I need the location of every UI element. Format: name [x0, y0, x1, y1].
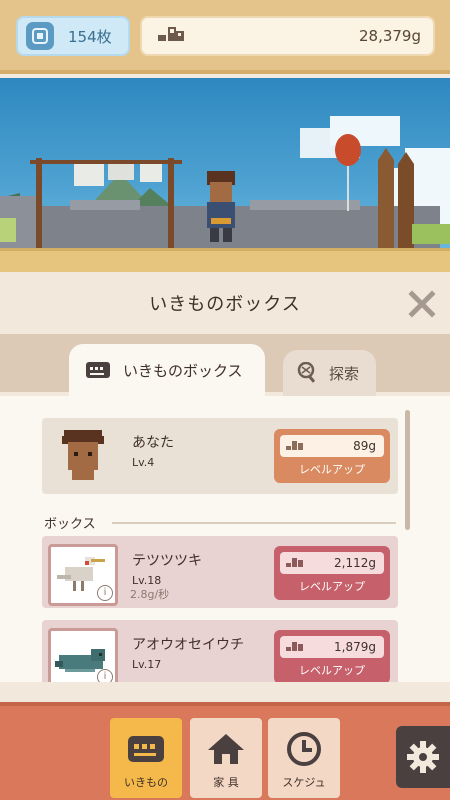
player-level-up-button[interactable]: 89g レベルアップ [274, 429, 390, 483]
creature-box-icon [85, 360, 111, 380]
creature-rate: 2.8g/秒 [130, 588, 170, 601]
scene-artwork [0, 116, 450, 273]
creature-icon [126, 732, 166, 766]
list-item-player[interactable]: あなた Lv.4 89g レベルアップ [42, 418, 398, 494]
money-counter: 28,379g [140, 16, 435, 56]
creature-upgrade-price: 2,112g [280, 552, 384, 574]
house-icon [206, 732, 246, 766]
nav-schedule-label: スケジュ [282, 776, 326, 789]
section-label-box: ボックス [44, 517, 96, 532]
money-value: 28,379g [358, 27, 421, 45]
creature-level-up-label: レベルアップ [299, 580, 365, 593]
clock-icon [284, 732, 324, 766]
top-bar: 154枚 28,379g [0, 0, 450, 74]
nav-creatures-label: いきもの [124, 776, 168, 789]
nav-creatures-button[interactable]: いきもの [110, 718, 182, 798]
nav-furniture-button[interactable]: 家 具 [190, 718, 262, 798]
info-icon[interactable]: i [97, 585, 113, 601]
player-upgrade-price: 89g [280, 435, 384, 457]
gear-icon [407, 741, 439, 773]
footprint-coin-icon [286, 440, 304, 452]
nav-furniture-label: 家 具 [213, 776, 239, 789]
list-item-creature[interactable]: i アオウオセイウチ Lv.17 1,879g レベルアップ [42, 620, 398, 682]
close-button[interactable] [408, 290, 436, 318]
player-level: Lv.4 [132, 456, 155, 469]
panel-header: いきものボックス [0, 272, 450, 334]
creature-level-up-button[interactable]: 1,879g レベルアップ [274, 630, 390, 682]
info-icon[interactable]: i [97, 669, 113, 682]
panel-title: いきものボックス [149, 294, 301, 315]
player-upgrade-price-value: 89g [353, 439, 376, 453]
player-name: あなた [132, 435, 174, 451]
footprint-coin-icon [286, 557, 304, 569]
net-icon [297, 362, 319, 384]
creature-thumbnail: i [48, 544, 118, 606]
ticket-count: 154枚 [68, 27, 112, 46]
creature-name: テツツツキ [132, 553, 202, 569]
list-scrollbar[interactable] [405, 410, 410, 530]
player-level-up-label: レベルアップ [299, 463, 365, 476]
creature-upgrade-price: 1,879g [280, 636, 384, 658]
habitat-scene[interactable] [0, 78, 450, 273]
creature-thumbnail: i [48, 628, 118, 682]
list-item-creature[interactable]: i テツツツキ Lv.18 2.8g/秒 2,112g レベルアップ [42, 536, 398, 608]
creature-level-up-button[interactable]: 2,112g レベルアップ [274, 546, 390, 600]
footprint-coin-icon [156, 23, 186, 49]
section-divider [112, 522, 396, 524]
creature-name: アオウオセイウチ [132, 637, 244, 653]
tab-explore-label: 探索 [329, 364, 360, 383]
tab-explore[interactable]: 探索 [283, 350, 376, 396]
creature-upgrade-price-value: 2,112g [334, 556, 376, 570]
nav-schedule-button[interactable]: スケジュ [268, 718, 340, 798]
footprint-coin-icon [286, 641, 304, 653]
close-icon [408, 290, 436, 318]
creature-level: Lv.17 [132, 658, 162, 671]
creature-list[interactable]: あなた Lv.4 89g レベルアップ ボックス i テツツツキ Lv.18 2… [0, 396, 450, 682]
player-avatar [60, 428, 106, 486]
bottom-nav: いきもの 家 具 スケジュ [0, 702, 450, 800]
creature-level-up-label: レベルアップ [299, 664, 365, 677]
settings-button[interactable] [396, 726, 450, 788]
creature-upgrade-price-value: 1,879g [334, 640, 376, 654]
ticket-counter[interactable]: 154枚 [16, 16, 130, 56]
tab-creature-box-label: いきものボックス [123, 361, 243, 380]
tab-creature-box[interactable]: いきものボックス [69, 344, 265, 396]
ticket-badge-icon [26, 22, 54, 50]
